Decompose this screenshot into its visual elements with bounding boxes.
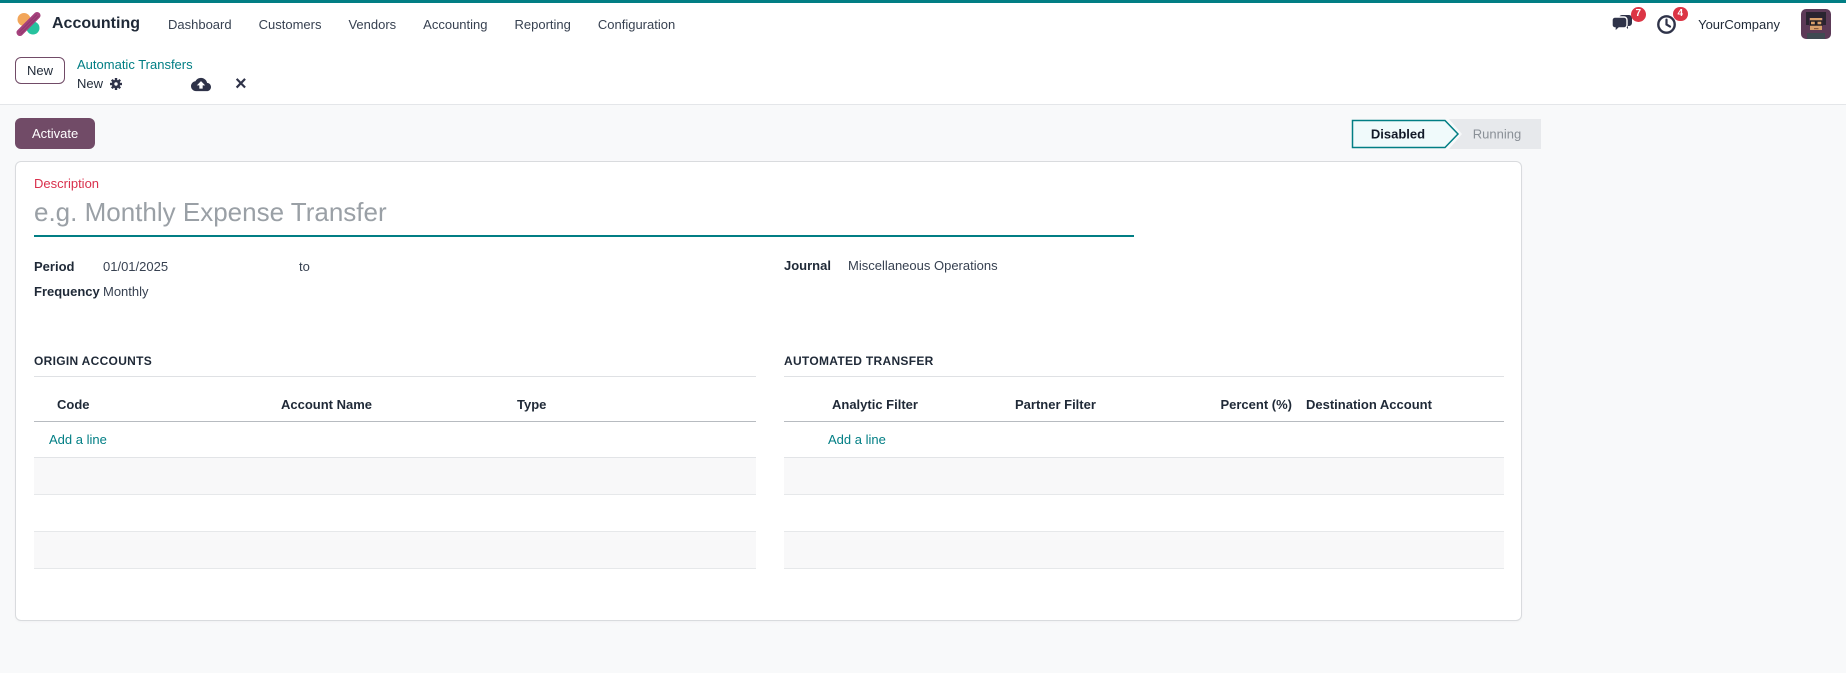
user-avatar[interactable] [1801,9,1831,39]
handle-column-header [34,391,53,422]
period-row: Period 01/01/2025 to [34,253,784,279]
new-record-button[interactable]: New [15,57,66,84]
description-label: Description [34,176,100,191]
period-label: Period [34,258,75,274]
menu-dashboard[interactable]: Dashboard [168,17,232,32]
table-row [34,457,756,495]
save-cloud-icon[interactable] [191,76,212,93]
form-sheet: Description Period 01/01/2025 to Frequen… [15,161,1522,621]
table-row [784,457,1504,495]
origin-accounts-section: ORIGIN ACCOUNTS Code Account Name Type A… [34,354,756,569]
discard-x-icon[interactable]: × [235,74,247,94]
main-menu: Dashboard Customers Vendors Accounting R… [168,17,675,32]
automated-transfer-title: AUTOMATED TRANSFER [784,354,1504,377]
col-code[interactable]: Code [53,391,277,422]
table-row [784,494,1504,532]
automated-transfer-table: Analytic Filter Partner Filter Percent (… [784,391,1504,569]
app-name[interactable]: Accounting [52,15,140,33]
automated-transfer-section: AUTOMATED TRANSFER Analytic Filter Partn… [784,354,1504,569]
col-partner-filter[interactable]: Partner Filter [1011,391,1216,422]
col-percent[interactable]: Percent (%) [1216,391,1302,422]
col-destination-account[interactable]: Destination Account [1302,391,1504,422]
menu-vendors[interactable]: Vendors [348,17,396,32]
table-row [34,494,756,532]
col-type[interactable]: Type [513,391,756,422]
table-row [34,531,756,569]
period-end-field[interactable] [318,258,468,274]
activities-badge: 4 [1672,6,1689,21]
status-bar: Disabled Running [1351,118,1541,149]
company-name[interactable]: YourCompany [1698,17,1780,32]
line-tables: ORIGIN ACCOUNTS Code Account Name Type A… [34,354,1504,569]
breadcrumb-parent-link[interactable]: Automatic Transfers [77,57,247,73]
form-status-row: Activate Disabled Running [0,105,1846,161]
top-nav: Accounting Dashboard Customers Vendors A… [0,3,1846,45]
actions-gear-icon[interactable] [109,77,123,91]
table-row [784,531,1504,569]
journal-label: Journal [784,258,831,273]
status-disabled-label[interactable]: Disabled [1371,126,1425,141]
breadcrumb-bar: New Automatic Transfers New × [0,45,1846,105]
origin-accounts-table: Code Account Name Type Add a line [34,391,756,569]
breadcrumb: Automatic Transfers New × [77,57,247,94]
messages-badge: 7 [1630,7,1647,22]
transfer-add-a-line-link[interactable]: Add a line [784,421,1504,458]
col-analytic-filter[interactable]: Analytic Filter [828,391,1011,422]
status-running-label[interactable]: Running [1473,126,1521,141]
period-to-label: to [299,258,310,274]
menu-reporting[interactable]: Reporting [515,17,571,32]
table-row: Add a line [34,421,756,458]
field-grid: Period 01/01/2025 to Frequency Monthly J… [34,253,1503,304]
nav-right: 7 4 YourCompany [1612,6,1831,39]
handle-column-header [784,391,828,422]
menu-configuration[interactable]: Configuration [598,17,675,32]
accounting-app-icon[interactable] [15,11,43,37]
table-row: Add a line [784,421,1504,458]
right-field-group: Journal Miscellaneous Operations [784,253,1503,304]
activities-clock-icon[interactable]: 4 [1656,6,1689,35]
col-account-name[interactable]: Account Name [277,391,513,422]
period-start-field[interactable]: 01/01/2025 [103,259,299,274]
menu-customers[interactable]: Customers [259,17,322,32]
journal-row: Journal Miscellaneous Operations [784,253,1503,278]
description-input[interactable] [34,193,1134,237]
breadcrumb-current: New [77,76,104,92]
menu-accounting[interactable]: Accounting [423,17,487,32]
messages-icon[interactable]: 7 [1612,7,1647,34]
origin-add-a-line-link[interactable]: Add a line [34,421,756,458]
journal-field[interactable]: Miscellaneous Operations [848,258,998,273]
frequency-field[interactable]: Monthly [103,284,149,299]
frequency-row: Frequency Monthly [34,279,784,304]
activate-button[interactable]: Activate [15,118,96,149]
origin-accounts-title: ORIGIN ACCOUNTS [34,354,756,377]
left-field-group: Period 01/01/2025 to Frequency Monthly [34,253,784,304]
frequency-label: Frequency [34,284,100,299]
